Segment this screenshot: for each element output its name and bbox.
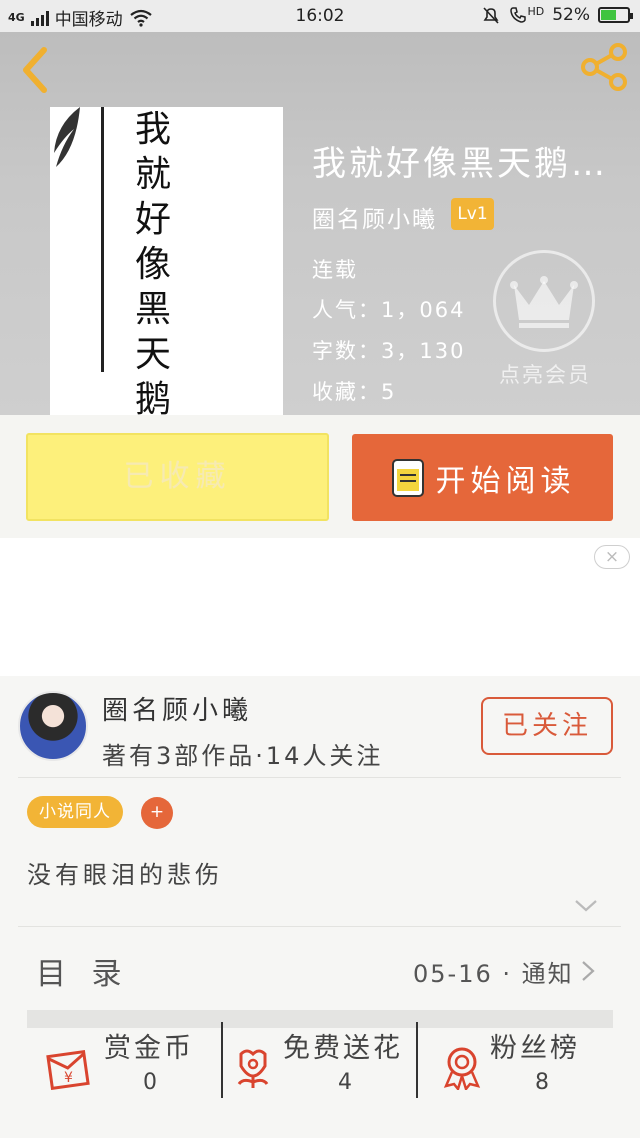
back-button[interactable] — [14, 44, 54, 94]
reward-coins-count: 0 — [143, 1070, 157, 1095]
send-flower-label: 免费送花 — [283, 1033, 403, 1064]
svg-text:¥: ¥ — [64, 1070, 73, 1086]
cover-title: 我就好像黑天鹅 — [134, 109, 171, 415]
send-flower-button[interactable]: 免费送花 4 — [223, 1022, 417, 1138]
add-tag-button[interactable]: + — [141, 797, 173, 829]
fan-ranking-count: 8 — [535, 1070, 549, 1095]
collected-button[interactable]: 已收藏 — [26, 433, 329, 521]
reward-coins-button[interactable]: ¥ 赏金币 0 — [0, 1022, 222, 1138]
fan-ranking-label: 粉丝榜 — [490, 1033, 580, 1064]
status-bar: 4G 中国移动 16:02 HD 52% — [0, 0, 640, 32]
divider — [18, 777, 621, 778]
vip-label: 点亮会员 — [499, 363, 591, 387]
send-flower-count: 4 — [338, 1070, 352, 1095]
reward-coins-label: 赏金币 — [104, 1033, 194, 1064]
share-button[interactable] — [580, 42, 630, 92]
follow-button[interactable]: 已关注 — [481, 697, 613, 755]
action-bar: 已收藏 开始阅读 — [0, 415, 640, 538]
book-header: 我就好像黑天鹅 我就好像黑天鹅… 圈名顾小曦 Lv1 连载 人气：1，064 字… — [0, 32, 640, 415]
red-envelope-icon: ¥ — [46, 1049, 90, 1090]
feather-icon — [54, 107, 80, 167]
toc-label[interactable]: 目 录 — [36, 949, 130, 993]
medal-icon — [443, 1047, 481, 1090]
bottom-bar: ¥ 赏金币 0 免费送花 4 粉丝榜 8 — [0, 1022, 640, 1138]
book-favorites: 收藏：5 — [312, 380, 397, 404]
battery-fill — [601, 10, 616, 20]
level-badge: Lv1 — [451, 198, 494, 230]
start-reading-button[interactable]: 开始阅读 — [352, 434, 613, 521]
author-info: 著有3部作品·14人关注 — [102, 742, 384, 770]
crown-icon — [510, 276, 578, 328]
book-popularity: 人气：1，064 — [312, 298, 466, 322]
tag-chip[interactable]: 小说同人 — [27, 796, 123, 828]
divider — [18, 926, 621, 927]
book-author[interactable]: 圈名顾小曦 — [312, 200, 437, 234]
chevron-right-icon[interactable] — [580, 960, 596, 982]
fan-ranking-button[interactable]: 粉丝榜 8 — [418, 1022, 640, 1138]
battery-percent: 52% — [552, 5, 590, 25]
battery-icon — [598, 7, 633, 23]
author-section: 圈名顾小曦 著有3部作品·14人关注 已关注 小说同人 + 没有眼泪的悲伤 目 … — [0, 676, 640, 1138]
call-icon — [510, 7, 527, 23]
hd-label: HD — [527, 4, 545, 18]
toc-latest-update[interactable]: 05-16 · 通知 — [413, 954, 574, 989]
chevron-down-icon[interactable] — [574, 898, 598, 914]
book-icon — [391, 458, 424, 497]
book-title: 我就好像黑天鹅… — [312, 144, 608, 184]
book-status: 连载 — [312, 258, 358, 282]
book-cover[interactable]: 我就好像黑天鹅 — [50, 107, 283, 415]
ad-close-button[interactable]: × — [594, 545, 630, 569]
book-word-count: 字数：3，130 — [312, 339, 466, 363]
cover-divider — [101, 107, 104, 372]
avatar[interactable] — [18, 691, 88, 761]
author-name[interactable]: 圈名顾小曦 — [102, 690, 252, 727]
book-intro: 没有眼泪的悲伤 — [27, 861, 223, 889]
ad-area: × — [0, 538, 640, 676]
flower-icon — [237, 1049, 269, 1088]
vip-badge[interactable]: 点亮会员 — [485, 247, 610, 397]
mute-bell-icon — [483, 7, 500, 24]
start-reading-label: 开始阅读 — [435, 463, 576, 499]
